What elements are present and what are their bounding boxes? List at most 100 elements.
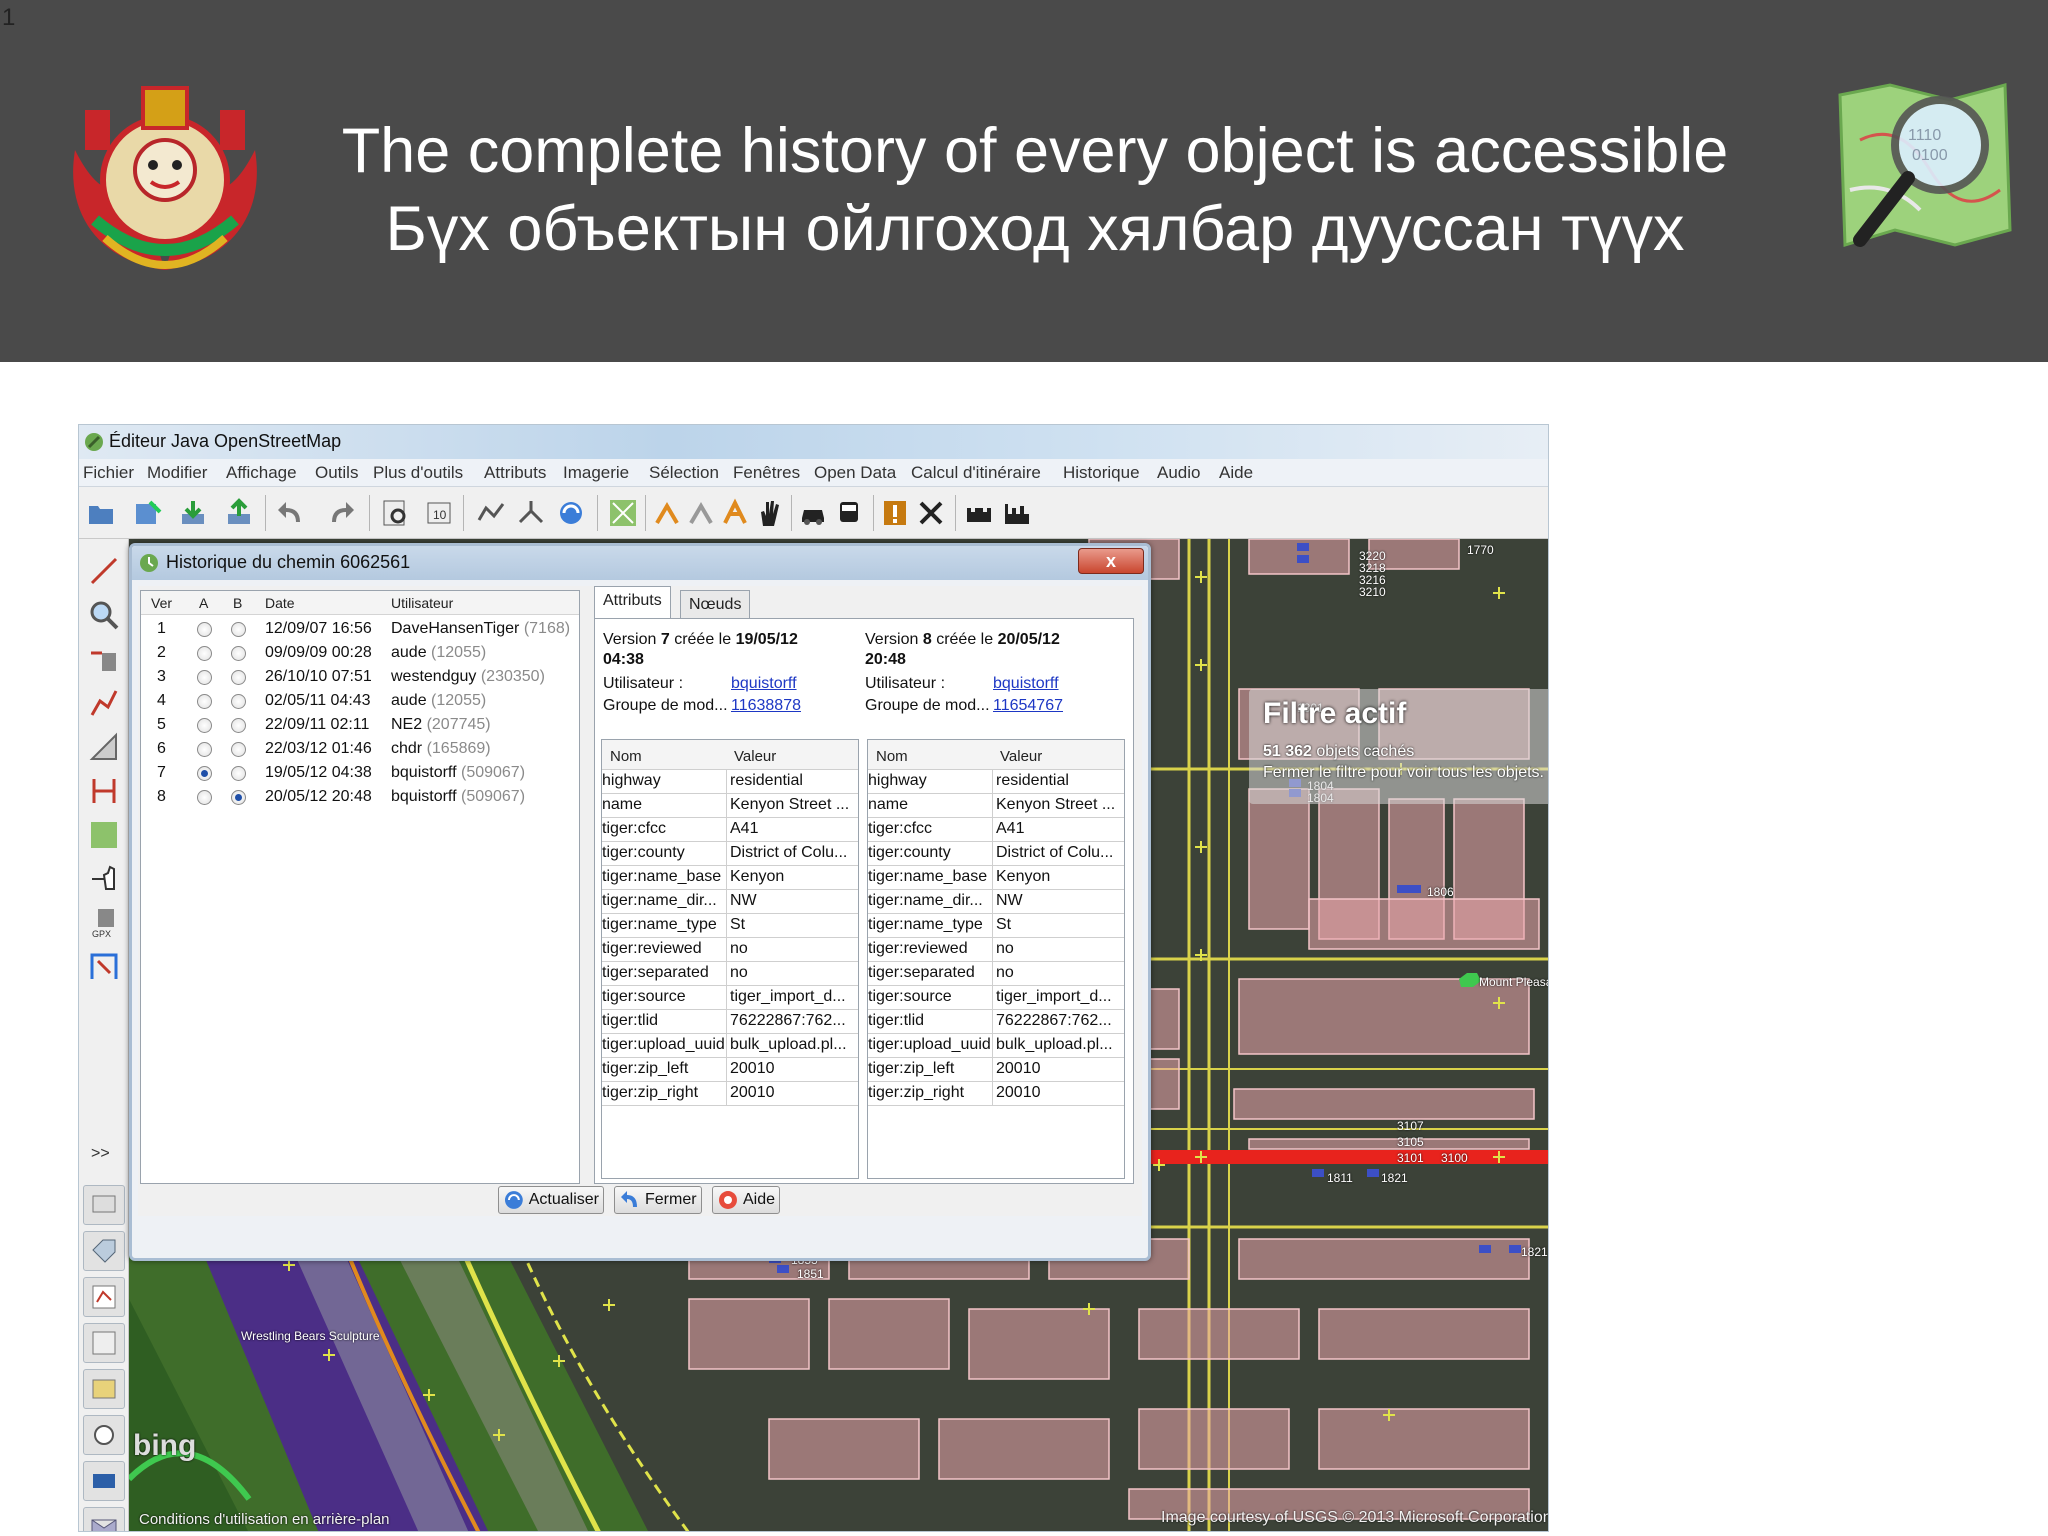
castle-icon[interactable] bbox=[963, 497, 995, 529]
tag-row[interactable]: tiger:name_dir... NW bbox=[868, 890, 1124, 914]
warning-icon[interactable] bbox=[879, 497, 911, 529]
menu-modifier[interactable]: Modifier bbox=[147, 463, 207, 483]
tag-row[interactable]: tiger:name_base Kenyon bbox=[602, 866, 858, 890]
changeset-link[interactable]: 11638878 bbox=[731, 695, 801, 717]
compare-a-radio[interactable] bbox=[197, 718, 212, 733]
menu-imagerie[interactable]: Imagerie bbox=[563, 463, 629, 483]
chart-icon[interactable] bbox=[1001, 497, 1033, 529]
tag-row[interactable]: highway residential bbox=[868, 770, 1124, 794]
tag-row[interactable]: tiger:tlid 76222867:762... bbox=[602, 1010, 858, 1034]
header-ver[interactable]: Ver bbox=[151, 595, 172, 611]
tag-row[interactable]: tiger:source tiger_import_d... bbox=[602, 986, 858, 1010]
user-link[interactable]: bquistorff bbox=[993, 673, 1059, 695]
tag-row[interactable]: highway residential bbox=[602, 770, 858, 794]
update-data-icon[interactable] bbox=[555, 497, 587, 529]
tag-row[interactable]: tiger:tlid 76222867:762... bbox=[868, 1010, 1124, 1034]
lasso-icon[interactable] bbox=[86, 817, 122, 853]
zoom-icon[interactable] bbox=[86, 597, 122, 633]
tag-row[interactable]: tiger:cfcc A41 bbox=[868, 818, 1124, 842]
menu-selection[interactable]: Sélection bbox=[649, 463, 719, 483]
close-button[interactable]: Fermer bbox=[614, 1186, 702, 1214]
version-row[interactable]: 6 22/03/12 01:46 chdr (165869) bbox=[141, 737, 579, 761]
filter-panel-icon[interactable] bbox=[83, 1461, 125, 1501]
open-location-icon[interactable] bbox=[131, 497, 163, 529]
tag-row[interactable]: tiger:separated no bbox=[602, 962, 858, 986]
triangle-icon[interactable] bbox=[86, 729, 122, 765]
header-a[interactable]: A bbox=[199, 595, 208, 611]
version-row[interactable]: 3 26/10/10 07:51 westendguy (230350) bbox=[141, 665, 579, 689]
compare-b-radio[interactable] bbox=[231, 694, 246, 709]
tag-row[interactable]: tiger:zip_right 20010 bbox=[868, 1082, 1124, 1106]
menu-attributs[interactable]: Attributs bbox=[484, 463, 546, 483]
tag-row[interactable]: tiger:name_base Kenyon bbox=[868, 866, 1124, 890]
delete-icon[interactable] bbox=[86, 641, 122, 677]
download-icon[interactable] bbox=[177, 497, 209, 529]
info-icon[interactable]: 10 bbox=[423, 497, 455, 529]
terms-link[interactable]: Conditions d'utilisation en arrière-plan bbox=[139, 1511, 390, 1528]
tag-row[interactable]: tiger:county District of Colu... bbox=[602, 842, 858, 866]
compare-b-radio[interactable] bbox=[231, 718, 246, 733]
tag-row[interactable]: name Kenyon Street ... bbox=[602, 794, 858, 818]
tools-cross-icon[interactable] bbox=[915, 497, 947, 529]
open-file-icon[interactable] bbox=[85, 497, 117, 529]
tool-orange-2-icon[interactable] bbox=[719, 497, 751, 529]
tag-row[interactable]: tiger:zip_right 20010 bbox=[602, 1082, 858, 1106]
hand-icon[interactable] bbox=[753, 497, 785, 529]
undo-icon[interactable] bbox=[275, 497, 307, 529]
gpx-icon[interactable]: GPX bbox=[86, 905, 122, 941]
compare-a-radio[interactable] bbox=[197, 670, 212, 685]
header-date[interactable]: Date bbox=[265, 595, 295, 611]
menu-affichage[interactable]: Affichage bbox=[226, 463, 297, 483]
header-b[interactable]: B bbox=[233, 595, 242, 611]
tag-row[interactable]: tiger:cfcc A41 bbox=[602, 818, 858, 842]
header-key[interactable]: Nom bbox=[876, 748, 908, 765]
version-row[interactable]: 2 09/09/09 00:28 aude (12055) bbox=[141, 641, 579, 665]
menu-calcul-itineraire[interactable]: Calcul d'itinéraire bbox=[911, 463, 1041, 483]
version-row[interactable]: 7 19/05/12 04:38 bquistorff (509067) bbox=[141, 761, 579, 785]
routing-icon[interactable] bbox=[86, 949, 122, 985]
user-link[interactable]: bquistorff bbox=[731, 673, 797, 695]
tag-row[interactable]: tiger:reviewed no bbox=[602, 938, 858, 962]
header-key[interactable]: Nom bbox=[610, 748, 642, 765]
refresh-button[interactable]: Actualiser bbox=[498, 1186, 604, 1214]
menu-fichier[interactable]: Fichier bbox=[83, 463, 134, 483]
menu-plus-outils[interactable]: Plus d'outils bbox=[373, 463, 463, 483]
more-tools-button[interactable]: >> bbox=[91, 1145, 110, 1163]
tag-row[interactable]: tiger:source tiger_import_d... bbox=[868, 986, 1124, 1010]
header-user[interactable]: Utilisateur bbox=[391, 595, 453, 611]
parallel-icon[interactable] bbox=[86, 773, 122, 809]
bus-icon[interactable] bbox=[833, 497, 865, 529]
tool-grey-icon[interactable] bbox=[685, 497, 717, 529]
tag-row[interactable]: tiger:reviewed no bbox=[868, 938, 1124, 962]
simplify-way-icon[interactable] bbox=[475, 497, 507, 529]
tab-attributs[interactable]: Attributs bbox=[594, 586, 671, 619]
compare-a-radio[interactable] bbox=[197, 694, 212, 709]
compare-a-radio[interactable] bbox=[197, 766, 212, 781]
compare-b-radio[interactable] bbox=[231, 742, 246, 757]
tags-panel-icon[interactable] bbox=[83, 1231, 125, 1271]
upload-icon[interactable] bbox=[223, 497, 255, 529]
messages-panel-icon[interactable] bbox=[83, 1507, 125, 1531]
menu-historique[interactable]: Historique bbox=[1063, 463, 1140, 483]
tag-row[interactable]: tiger:upload_uuid bulk_upload.pl... bbox=[602, 1034, 858, 1058]
compare-b-radio[interactable] bbox=[231, 790, 246, 805]
validation-panel-icon[interactable] bbox=[83, 1415, 125, 1455]
header-value[interactable]: Valeur bbox=[734, 748, 776, 765]
car-icon[interactable] bbox=[797, 497, 829, 529]
version-row[interactable]: 8 20/05/12 20:48 bquistorff (509067) bbox=[141, 785, 579, 809]
tag-row[interactable]: tiger:zip_left 20010 bbox=[868, 1058, 1124, 1082]
changeset-link[interactable]: 11654767 bbox=[993, 695, 1063, 717]
tag-row[interactable]: tiger:separated no bbox=[868, 962, 1124, 986]
help-button[interactable]: Aide bbox=[712, 1186, 780, 1214]
compare-b-radio[interactable] bbox=[231, 670, 246, 685]
hand-pan-icon[interactable] bbox=[86, 861, 122, 897]
split-way-icon[interactable] bbox=[515, 497, 547, 529]
menu-audio[interactable]: Audio bbox=[1157, 463, 1200, 483]
tag-row[interactable]: name Kenyon Street ... bbox=[868, 794, 1124, 818]
menu-open-data[interactable]: Open Data bbox=[814, 463, 896, 483]
version-row[interactable]: 5 22/09/11 02:11 NE2 (207745) bbox=[141, 713, 579, 737]
improve-way-icon[interactable] bbox=[86, 685, 122, 721]
layers-panel-icon[interactable] bbox=[83, 1185, 125, 1225]
compare-b-radio[interactable] bbox=[231, 766, 246, 781]
imagery-panel-icon[interactable] bbox=[83, 1369, 125, 1409]
